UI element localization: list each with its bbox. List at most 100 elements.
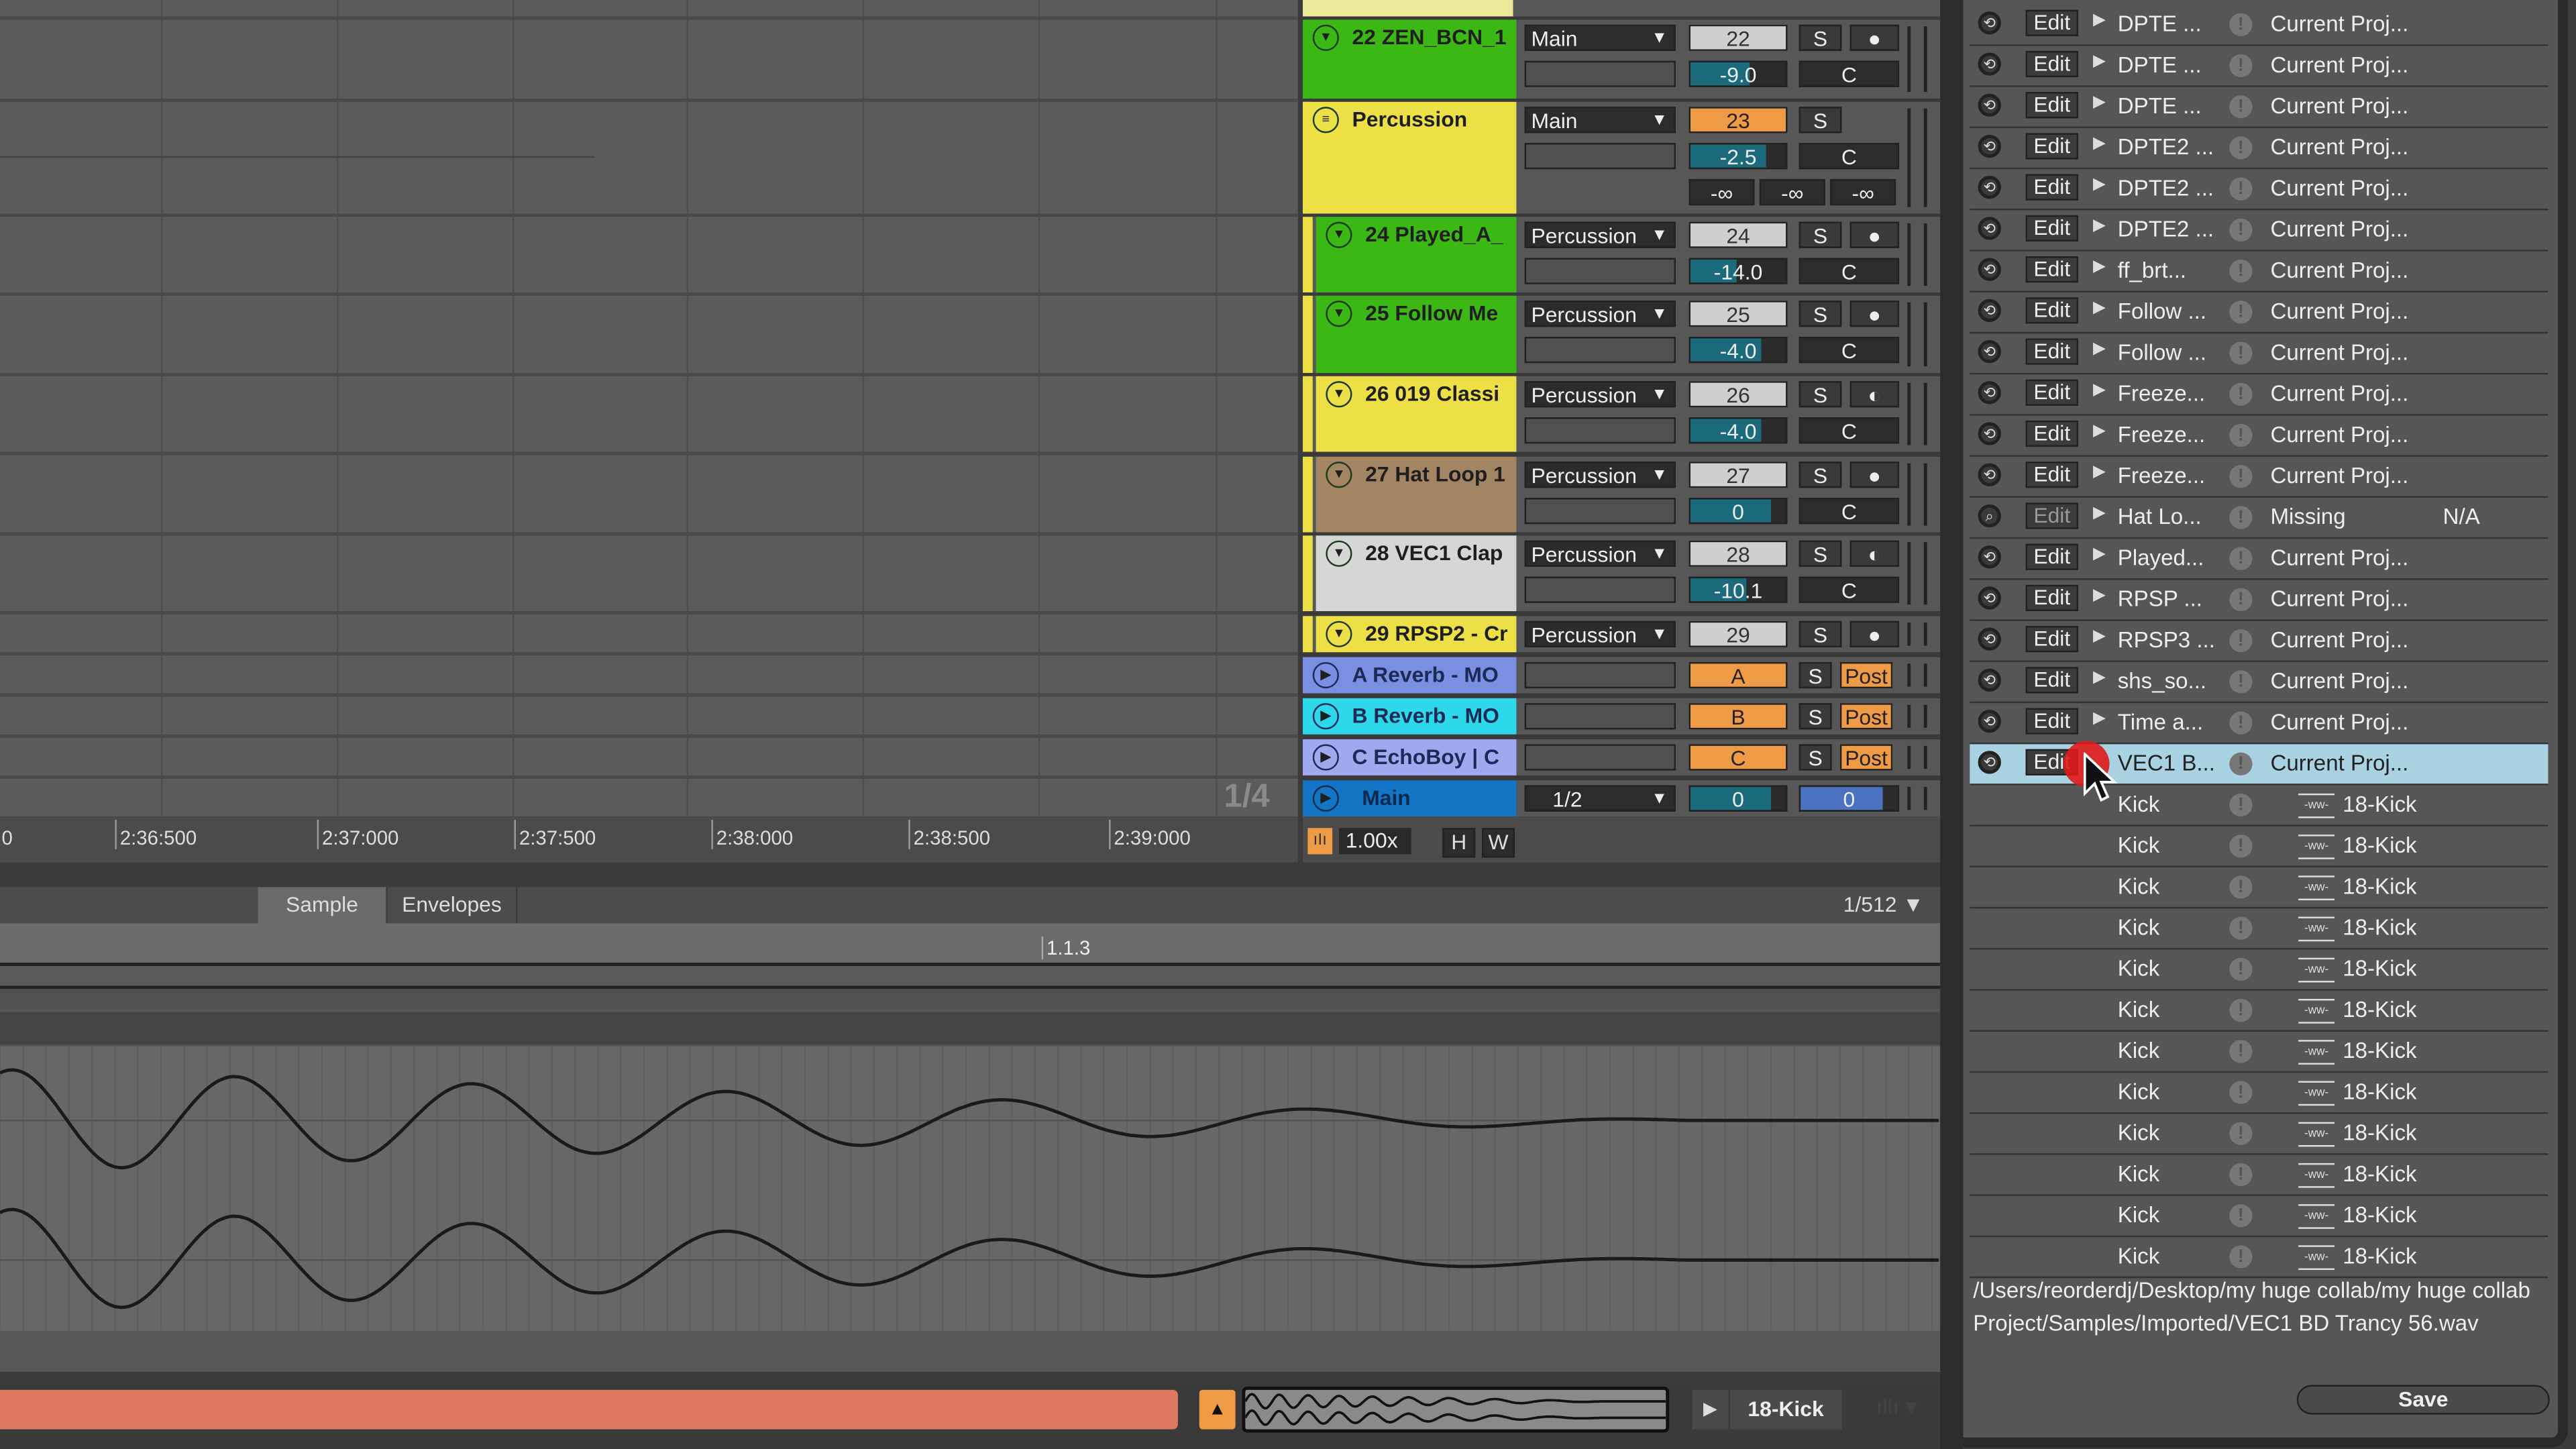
fold-play-icon[interactable]: ▶ <box>1312 661 1339 689</box>
expand-triangle-icon[interactable]: ▶ <box>2093 94 2106 112</box>
sample-ruler[interactable]: 1.1.3 <box>0 923 1941 967</box>
track-activator[interactable]: A <box>1688 661 1788 689</box>
cue-volume[interactable]: 0 <box>1799 785 1900 812</box>
group-icon[interactable]: ≡ <box>1312 107 1339 133</box>
edit-button[interactable]: Edit <box>2025 133 2078 160</box>
fold-arrow-icon[interactable]: ▼ <box>1326 621 1352 647</box>
tempo-scale-field[interactable]: 1.00x <box>1338 828 1411 855</box>
edit-button[interactable]: Edit <box>2025 379 2078 406</box>
pan-knob[interactable]: C <box>1799 60 1900 87</box>
edit-button[interactable]: Edit <box>2025 543 2078 570</box>
track-row[interactable]: ▼ 28 VEC1 Clap Percussion ▼ 28 S ◐ -10.1 C <box>1303 535 1941 612</box>
pan-knob[interactable]: C <box>1799 258 1900 284</box>
edit-button[interactable]: Edit <box>2025 92 2078 119</box>
track-activator[interactable]: B <box>1688 703 1788 730</box>
track-activator[interactable]: 26 <box>1688 381 1788 408</box>
solo-button[interactable]: S <box>1799 107 1842 133</box>
input-field[interactable] <box>1524 143 1676 170</box>
file-row[interactable]: ⟲ Edit ▶ Time a...! Current Proj... <box>1970 703 2548 745</box>
expand-triangle-icon[interactable]: ▶ <box>2093 545 2106 564</box>
file-row[interactable]: ⟲Edit▶VEC1 B...!Current Proj... <box>1970 744 2548 786</box>
track-row[interactable]: ▼ 27 Hat Loop 1 Percussion ▼ 27 S ● 0 C <box>1303 456 1941 533</box>
expand-triangle-icon[interactable]: ▶ <box>2093 135 2106 153</box>
expand-triangle-icon[interactable]: ▶ <box>2093 258 2106 276</box>
expand-triangle-icon[interactable]: ▶ <box>2093 504 2106 523</box>
output-routing-dropdown[interactable]: Percussion ▼ <box>1524 301 1676 327</box>
refresh-icon[interactable]: ⟲ <box>1978 93 2001 117</box>
input-field[interactable] <box>1524 337 1676 364</box>
file-row[interactable]: ⟲ Edit ▶ DPTE2 ...! Current Proj... <box>1970 210 2548 252</box>
file-row[interactable]: ⟲ Edit ▶ RPSP3 ...! Current Proj... <box>1970 621 2548 662</box>
edit-button[interactable]: Edit <box>2025 256 2078 283</box>
usage-row[interactable]: Kick! -ᴡᴡ- 18-Kick <box>1970 1155 2548 1196</box>
track-name-cell[interactable]: ▶ B Reverb - MO <box>1303 698 1517 735</box>
fold-arrow-icon[interactable]: ▼ <box>1312 24 1339 51</box>
edit-button[interactable]: Edit <box>2025 584 2078 612</box>
solo-button[interactable]: S <box>1799 221 1842 248</box>
track-name-cell[interactable]: ▼ 22 ZEN_BCN_1 <box>1303 19 1517 99</box>
solo-button[interactable]: S <box>1799 381 1842 408</box>
play-preview-icon[interactable]: ▶ <box>1692 1389 1729 1430</box>
solo-button[interactable]: S <box>1799 540 1842 567</box>
grid-selector[interactable]: 1/512 ▼ <box>1843 892 1924 917</box>
file-row[interactable]: ⟲ Edit ▶ Freeze...! Current Proj... <box>1970 457 2548 498</box>
fold-arrow-icon[interactable]: ▼ <box>1326 381 1352 408</box>
output-routing-dropdown[interactable]: Main ▼ <box>1524 24 1676 51</box>
solo-button[interactable]: S <box>1799 24 1842 51</box>
pan-knob[interactable]: C <box>1799 143 1900 170</box>
fold-arrow-icon[interactable]: ▼ <box>1326 540 1352 567</box>
tab-envelopes[interactable]: Envelopes <box>388 887 518 924</box>
usage-row[interactable]: Kick! -ᴡᴡ- 18-Kick <box>1970 1032 2548 1073</box>
usage-row[interactable]: Kick! -ᴡᴡ- 18-Kick <box>1970 908 2548 950</box>
expand-triangle-icon[interactable]: ▶ <box>2093 299 2106 317</box>
input-field[interactable] <box>1524 417 1676 444</box>
volume-slider[interactable]: -10.1 <box>1688 576 1788 603</box>
output-routing-dropdown[interactable]: Percussion ▼ <box>1524 621 1676 647</box>
volume-slider[interactable]: -4.0 <box>1688 337 1788 364</box>
usage-row[interactable]: Kick! -ᴡᴡ- 18-Kick <box>1970 950 2548 991</box>
expand-triangle-icon[interactable]: ▶ <box>2093 340 2106 358</box>
time-ruler[interactable]: 0 2:36:500 2:37:000 2:37:500 2:38:000 2:38:50… <box>0 816 1298 863</box>
solo-button[interactable]: S <box>1799 703 1832 730</box>
refresh-icon[interactable]: ⟲ <box>1978 463 2001 486</box>
routing-field[interactable] <box>1524 703 1676 730</box>
solo-button[interactable]: S <box>1799 661 1832 689</box>
refresh-icon[interactable]: ⟲ <box>1978 339 2001 364</box>
expand-triangle-icon[interactable]: ▶ <box>2093 176 2106 194</box>
routing-field[interactable] <box>1524 661 1676 689</box>
tab-sample[interactable]: Sample <box>258 887 388 924</box>
post-button[interactable]: Post <box>1839 744 1893 771</box>
track-name-cell[interactable]: ▼ 26 019 Classi <box>1316 376 1517 452</box>
solo-button[interactable]: S <box>1799 301 1842 327</box>
solo-button[interactable]: S <box>1799 621 1842 647</box>
expand-triangle-icon[interactable]: ▶ <box>2093 11 2106 30</box>
track-activator[interactable]: 24 <box>1688 221 1788 248</box>
output-routing-dropdown[interactable]: Main ▼ <box>1524 107 1676 133</box>
track-name-cell[interactable]: ▶ Main <box>1303 780 1517 817</box>
refresh-icon[interactable]: ⟲ <box>1978 258 2001 281</box>
track-row[interactable]: ▼ 24 Played_A_ Percussion ▼ 24 S ● -14.0 C <box>1303 217 1941 292</box>
return-track-row[interactable]: ▶ B Reverb - MO B S Post <box>1303 698 1941 735</box>
loop-bar[interactable] <box>0 966 1941 989</box>
edit-button[interactable]: Edit <box>2025 9 2078 36</box>
file-row[interactable]: ⟲ Edit ▶ DPTE ...! Current Proj... <box>1970 87 2548 129</box>
refresh-icon[interactable]: ⟲ <box>1978 709 2001 733</box>
pan-knob[interactable]: C <box>1799 417 1900 444</box>
audio-waveform-icon[interactable]: ıIı <box>1307 828 1333 855</box>
cue-out-dropdown[interactable]: 1/2 ▼ <box>1524 785 1676 812</box>
refresh-icon[interactable]: ⟲ <box>1978 217 2001 240</box>
track-row[interactable]: ▼ 26 019 Classi Percussion ▼ 26 S ◐ -4.0 C <box>1303 376 1941 452</box>
file-row[interactable]: ⟲ Edit ▶ DPTE2 ...! Current Proj... <box>1970 128 2548 170</box>
clock-icon[interactable]: ◐ <box>1849 540 1900 567</box>
fold-play-icon[interactable]: ▶ <box>1312 744 1339 771</box>
expand-triangle-icon[interactable]: ▶ <box>2093 464 2106 482</box>
track-row[interactable]: ▼ 29 RPSP2 - Cr Percussion ▼ 29 S ● <box>1303 616 1941 653</box>
file-row[interactable]: ⟲ Edit ▶ Freeze...! Current Proj... <box>1970 374 2548 416</box>
edit-button[interactable]: Edit <box>2025 420 2078 447</box>
file-row[interactable]: ⟲ Edit ▶ Played...! Current Proj... <box>1970 539 2548 580</box>
fold-play-icon[interactable]: ▶ <box>1312 785 1339 812</box>
usage-row[interactable]: Kick! -ᴡᴡ- 18-Kick <box>1970 786 2548 826</box>
output-routing-dropdown[interactable]: Percussion ▼ <box>1524 540 1676 567</box>
edit-button[interactable]: Edit <box>2025 667 2078 694</box>
sample-waveform[interactable] <box>0 1046 1941 1331</box>
